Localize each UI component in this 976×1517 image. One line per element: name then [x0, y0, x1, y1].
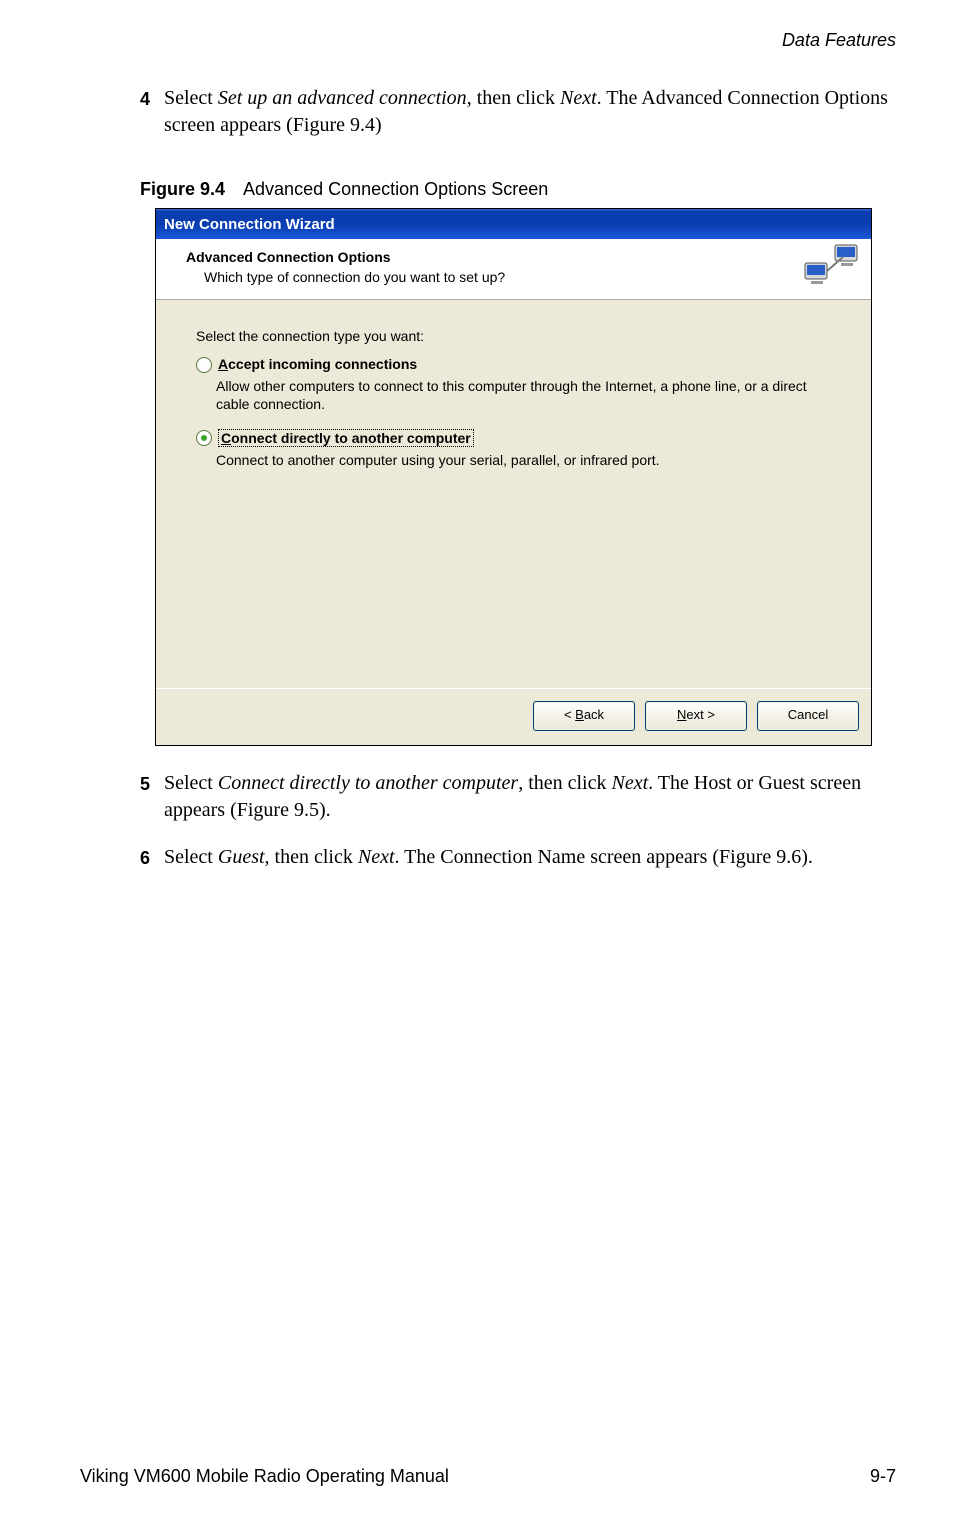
back-button[interactable]: < Back	[533, 701, 635, 731]
radio-icon[interactable]	[196, 357, 212, 373]
next-button[interactable]: Next >	[645, 701, 747, 731]
t: Select	[164, 87, 218, 109]
t: ack	[584, 707, 604, 722]
footer-left: Viking VM600 Mobile Radio Operating Manu…	[80, 1466, 449, 1487]
figure-caption: Figure 9.4 Advanced Connection Options Sc…	[140, 179, 896, 200]
page-footer: Viking VM600 Mobile Radio Operating Manu…	[80, 1466, 896, 1487]
t: Next	[612, 772, 649, 794]
step-4: 4 Select Set up an advanced connection, …	[140, 85, 896, 139]
step-text: Select Set up an advanced connection, th…	[164, 85, 896, 139]
dialog-subheading: Which type of connection do you want to …	[204, 269, 781, 285]
accel: C	[221, 430, 231, 446]
dialog-body: Select the connection type you want: Acc…	[156, 300, 871, 688]
radio-accept-incoming[interactable]: Accept incoming connections	[196, 356, 831, 373]
t: Set up an advanced connection	[218, 87, 467, 109]
t: . The Connection Name screen appears (Fi…	[395, 846, 813, 868]
t: Guest	[218, 846, 265, 868]
radio-label: Accept incoming connections	[218, 356, 417, 372]
step-number: 4	[140, 87, 164, 139]
accel: N	[677, 707, 686, 722]
radio-label: Connect directly to another computer	[218, 429, 474, 447]
step-5: 5 Select Connect directly to another com…	[140, 770, 896, 824]
t: Select	[164, 772, 218, 794]
t: Next	[358, 846, 395, 868]
t: Next	[560, 87, 597, 109]
accel: B	[575, 707, 584, 722]
t: onnect directly to another computer	[231, 430, 471, 446]
figure-title: Advanced Connection Options Screen	[243, 179, 548, 199]
step-number: 5	[140, 772, 164, 824]
accel: A	[218, 356, 228, 372]
radio-desc: Connect to another computer using your s…	[216, 451, 831, 469]
t: Connect directly to another computer	[218, 772, 518, 794]
cancel-button[interactable]: Cancel	[757, 701, 859, 731]
t: ccept incoming connections	[228, 356, 417, 372]
t: , then click	[467, 87, 560, 109]
dialog-title: New Connection Wizard	[164, 216, 335, 233]
wizard-dialog: New Connection Wizard Advanced Connectio…	[155, 208, 872, 746]
dialog-header: Advanced Connection Options Which type o…	[156, 239, 871, 300]
radio-icon[interactable]	[196, 430, 212, 446]
t: Select	[164, 846, 218, 868]
radio-connect-directly[interactable]: Connect directly to another computer	[196, 429, 831, 447]
dialog-prompt: Select the connection type you want:	[196, 328, 831, 344]
step-text: Select Guest, then click Next. The Conne…	[164, 844, 896, 871]
step-number: 6	[140, 846, 164, 871]
page-header-section: Data Features	[782, 30, 896, 51]
t: , then click	[518, 772, 611, 794]
t: <	[564, 707, 575, 722]
t: ext >	[686, 707, 715, 722]
t: , then click	[265, 846, 358, 868]
step-text: Select Connect directly to another compu…	[164, 770, 896, 824]
footer-right: 9-7	[870, 1466, 896, 1487]
step-6: 6 Select Guest, then click Next. The Con…	[140, 844, 896, 871]
figure-label: Figure 9.4	[140, 179, 225, 199]
radio-desc: Allow other computers to connect to this…	[216, 377, 831, 413]
dialog-heading: Advanced Connection Options	[186, 249, 781, 265]
dialog-footer: < Back Next > Cancel	[156, 688, 871, 745]
network-icon	[801, 243, 861, 295]
dialog-titlebar[interactable]: New Connection Wizard	[156, 209, 871, 239]
